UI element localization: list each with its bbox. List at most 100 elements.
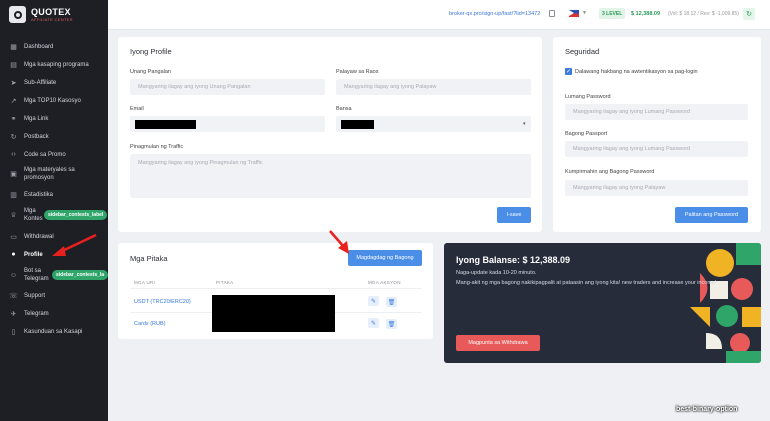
sidebar-item-label: Telegram — [24, 310, 49, 317]
sidebar-item-label: Estadistika — [24, 191, 54, 198]
sidebar-item-label: Support — [24, 292, 46, 299]
change-password-button[interactable]: Palitan ang Password — [675, 207, 748, 223]
balance-update-note: Naga-update kada 10-20 minuto. — [456, 270, 537, 276]
last-name-input[interactable]: Mangyaring ilagay ang iyong Palayaw — [336, 79, 531, 95]
sidebar-item-label: Mga Kontes — [24, 208, 43, 222]
wallets-title: Mga Pitaka — [130, 254, 168, 263]
refresh-icon: ↻ — [10, 133, 17, 141]
sidebar-item-withdrawal[interactable]: ▭ Withdrawal — [0, 232, 108, 241]
chart-icon: ▥ — [10, 191, 17, 199]
sidebar-item-label: Kasunduan sa Kasapi — [24, 328, 83, 335]
sidebar-item-links[interactable]: ⚭ Mga Link — [0, 114, 108, 123]
sidebar-item-statistics[interactable]: ▥ Estadistika — [0, 190, 108, 199]
send-icon: ➤ — [10, 79, 17, 87]
email-label: Email — [130, 106, 144, 112]
first-name-label: Unang Pangalan — [130, 69, 171, 75]
sidebar-item-promo-code[interactable]: ‹› Code sa Promo — [0, 150, 108, 159]
chevron-down-icon: ▾ — [523, 121, 526, 127]
profile-title: Iyong Profile — [130, 47, 172, 56]
twofa-label: Dalawang hakbang na awtentikasyon sa pag… — [575, 69, 698, 75]
sidebar-item-label: Dashboard — [24, 43, 54, 50]
sidebar-item-profile[interactable]: ● Profile — [0, 250, 108, 259]
redacted-email — [135, 120, 196, 129]
watermark: best-binary-option — [676, 406, 738, 413]
user-icon: ● — [11, 251, 16, 258]
language-flag-icon[interactable] — [569, 10, 579, 17]
top-balance-detail: (Vol: $ 18.12 / Rev: $ -1,009.85) — [668, 11, 739, 17]
column-header-actions: MGA AKSYON — [368, 280, 401, 285]
trophy-icon: ♕ — [10, 212, 17, 219]
traffic-textarea[interactable]: Mangyaring ilagay ang iyong Pinagmulan n… — [130, 154, 531, 198]
referral-link[interactable]: broker-qx.pro/sign-up/fast/?lid=13472 — [449, 11, 540, 17]
confirm-password-label: Kumpirmahin ang Bagong Password — [565, 169, 655, 175]
support-icon: ☏ — [9, 292, 18, 300]
old-password-label: Lumang Password — [565, 94, 611, 100]
document-icon: ▯ — [11, 328, 16, 336]
country-label: Bansa — [336, 106, 352, 112]
new-password-input[interactable]: Mangyaring ilagay ang iyong Lumang Passw… — [565, 141, 748, 157]
security-title: Seguridad — [565, 47, 600, 56]
sidebar-item-label: Mga kasaping programa — [24, 61, 89, 68]
sidebar-item-telegram[interactable]: ✈ Telegram — [0, 309, 108, 318]
column-header-type: MGA URI — [134, 280, 156, 285]
folder-icon: ▤ — [10, 61, 17, 69]
copy-icon[interactable] — [549, 10, 555, 17]
wallet-type-cards[interactable]: Cards (RUB) — [134, 321, 165, 327]
balance-card: Iyong Balanse: $ 12,388.09 Naga-update k… — [444, 243, 761, 363]
first-name-input[interactable]: Mangyaring ilagay ang iyong Unang Pangal… — [130, 79, 325, 95]
last-name-label: Palayaw sa Raos — [336, 69, 379, 75]
sidebar-item-label: Mga Link — [24, 115, 49, 122]
sidebar-item-support[interactable]: ☏ Support — [0, 291, 108, 300]
image-icon: ▣ — [10, 171, 17, 178]
quotex-logo-icon — [9, 6, 26, 23]
edit-icon[interactable]: ✎ — [368, 296, 379, 306]
link-icon: ⚭ — [10, 115, 17, 123]
delete-icon[interactable]: 🗑 — [386, 297, 397, 307]
sidebar-item-label: Mga materyales sa promosyon — [24, 167, 75, 181]
top-balance-value: $ 12,388.09 — [631, 11, 661, 17]
column-header-wallet: PITAKA — [216, 280, 234, 285]
sidebar: QUOTEX AFFILIATE CENTER ▦ Dashboard ▤ Mga … — [0, 0, 109, 421]
sidebar-item-promo-materials[interactable]: ▣ Mga materyales sa promosyon — [0, 166, 108, 182]
sidebar-item-programs[interactable]: ▤ Mga kasaping programa — [0, 60, 108, 69]
code-icon: ‹› — [11, 151, 16, 158]
top-balance: $ 12,388.09 — [631, 11, 660, 17]
delete-icon[interactable]: 🗑 — [386, 319, 397, 329]
sidebar-item-label: Profile — [24, 251, 43, 258]
twofa-checkbox[interactable]: ✓ — [565, 68, 572, 75]
top-bar: broker-qx.pro/sign-up/fast/?lid=13472 ▼ … — [108, 0, 770, 30]
bot-icon: ☺ — [9, 271, 18, 279]
add-wallet-button[interactable]: Magdagdag ng Bagong — [348, 250, 422, 266]
edit-icon[interactable]: ✎ — [368, 318, 379, 328]
level-badge: 3 LEVEL — [599, 8, 626, 19]
brand-logo[interactable]: QUOTEX AFFILIATE CENTER — [9, 6, 73, 23]
sidebar-item-sub-affiliate[interactable]: ➤ Sub-Affiliate — [0, 78, 108, 87]
sidebar-item-top10[interactable]: ↗ Mga TOP10 Kasosyo — [0, 96, 108, 105]
sidebar-item-label: Withdrawal — [24, 233, 54, 240]
sidebar-item-postback[interactable]: ↻ Postback — [0, 132, 108, 141]
sidebar-item-label: Mga TOP10 Kasosyo — [24, 97, 81, 104]
old-password-input[interactable]: Mangyaring ilagay ang iyong Lumang Passw… — [565, 104, 748, 120]
sidebar-item-label: Postback — [24, 133, 49, 140]
confirm-password-input[interactable]: Mangyaring ilagay ang iyong Palayaw — [565, 180, 748, 196]
telegram-icon: ✈ — [10, 310, 17, 318]
go-to-withdrawal-button[interactable]: Magpunta sa Withdrawa — [456, 335, 540, 351]
trend-icon: ↗ — [10, 97, 17, 105]
contests-tag-badge: sidebar_contests_label — [44, 210, 108, 220]
brand-subtitle: AFFILIATE CENTER — [31, 16, 73, 22]
chevron-down-icon[interactable]: ▼ — [582, 10, 587, 16]
wallet-type-usdt[interactable]: USDT (TRC20/ERC20) — [134, 299, 191, 305]
sidebar-item-agreement[interactable]: ▯ Kasunduan sa Kasapi — [0, 327, 108, 336]
new-password-label: Bagong Passport — [565, 131, 608, 137]
profile-card: Iyong Profile Unang Pangalan Mangyaring … — [118, 37, 542, 232]
save-button[interactable]: I-save — [497, 207, 531, 223]
bot-tag-badge: sidebar_contests_la — [52, 270, 109, 280]
divider — [130, 288, 422, 289]
redacted-country — [341, 120, 374, 129]
brand-title: QUOTEX — [31, 6, 71, 17]
security-card: Seguridad ✓ Dalawang hakbang na awtentik… — [553, 37, 761, 232]
redacted-wallets — [212, 295, 335, 332]
sidebar-item-dashboard[interactable]: ▦ Dashboard — [0, 42, 108, 51]
wallets-card: Mga Pitaka Magdagdag ng Bagong MGA URI P… — [118, 243, 433, 339]
refresh-button[interactable]: ↻ — [743, 8, 755, 20]
